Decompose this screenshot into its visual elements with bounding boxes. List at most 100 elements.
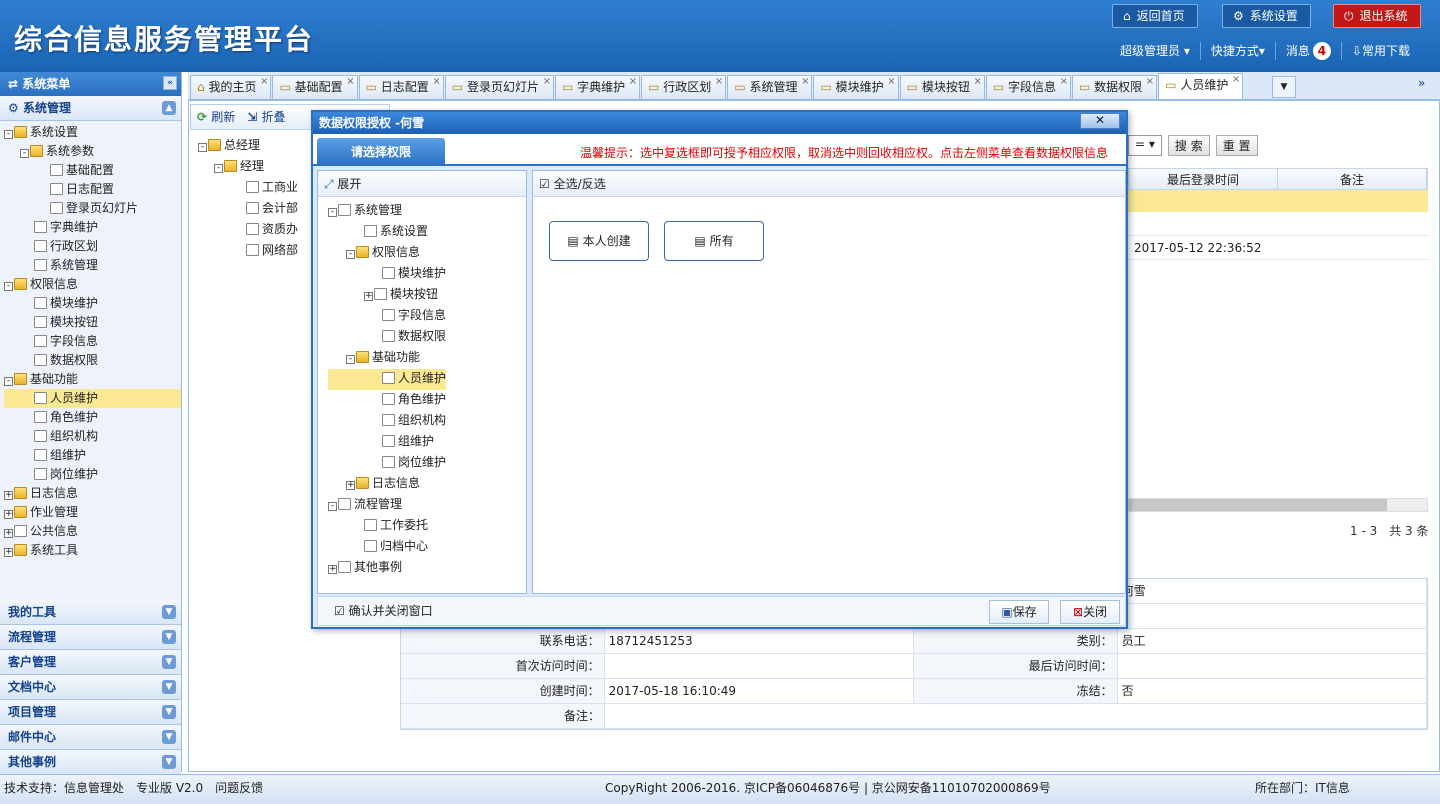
sidebar-item[interactable]: 岗位维护 xyxy=(4,465,181,484)
sidebar-item[interactable]: 人员维护 xyxy=(4,389,181,408)
sidebar-item[interactable]: 行政区划 xyxy=(4,237,181,256)
permission-tree-node[interactable]: - 系统管理 xyxy=(328,201,402,222)
sidebar-item[interactable]: 系统管理 xyxy=(4,256,181,275)
operator-select[interactable]: = ▾ xyxy=(1128,135,1162,156)
sidebar-item[interactable]: 字典维护 xyxy=(4,218,181,237)
tab-item[interactable]: ▭ 字段信息 × xyxy=(985,75,1071,99)
column-header[interactable]: 最后登录时间 xyxy=(1129,169,1278,189)
close-icon[interactable]: × xyxy=(1146,71,1154,93)
tab-item[interactable]: ▭ 日志配置 × xyxy=(358,75,444,99)
user-menu[interactable]: 超级管理员 ▾ xyxy=(1110,42,1201,60)
permission-tree-node[interactable]: 岗位维护 xyxy=(328,453,446,474)
accordion-item[interactable]: 流程管理 ▼ xyxy=(0,625,181,650)
tree-toggle-icon[interactable]: - xyxy=(328,502,337,511)
sidebar-item[interactable]: 字段信息 xyxy=(4,332,181,351)
tab-item[interactable]: ▭ 登录页幻灯片 × xyxy=(444,75,554,99)
sidebar-item[interactable]: - 权限信息 xyxy=(4,275,181,294)
close-icon[interactable]: × xyxy=(801,71,809,93)
permission-tree-node[interactable]: 人员维护 xyxy=(328,369,447,390)
permission-tree-node[interactable]: 数据权限 xyxy=(328,327,446,348)
org-tree-node[interactable]: 网络部 xyxy=(198,241,298,262)
tree-toggle-icon[interactable]: + xyxy=(364,292,373,301)
tree-toggle-icon[interactable]: - xyxy=(4,282,13,291)
close-icon[interactable]: × xyxy=(346,71,354,93)
org-tree-node[interactable]: 工商业 xyxy=(198,178,298,199)
sidebar-item[interactable]: - 系统参数 xyxy=(4,142,181,161)
permission-tree-node[interactable]: 系统设置 xyxy=(328,222,428,243)
permission-tree-node[interactable]: + 模块按钮 xyxy=(328,285,438,306)
grid-scrollbar[interactable] xyxy=(1128,498,1428,512)
permission-tree-node[interactable]: - 流程管理 xyxy=(328,495,402,516)
settings-button[interactable]: ⚙ 系统设置 xyxy=(1222,4,1311,28)
org-tree-node[interactable]: 会计部 xyxy=(198,199,298,220)
sidebar-item[interactable]: 组织机构 xyxy=(4,427,181,446)
sidebar-item[interactable]: 模块维护 xyxy=(4,294,181,313)
close-icon[interactable]: × xyxy=(432,71,440,93)
close-icon[interactable]: × xyxy=(629,71,637,93)
exit-button[interactable]: ⏻ 退出系统 xyxy=(1333,4,1421,28)
reset-button[interactable]: 重 置 xyxy=(1215,135,1258,156)
tab-item[interactable]: ▭ 系统管理 × xyxy=(727,75,813,99)
close-icon[interactable]: × xyxy=(973,71,981,93)
accordion-item[interactable]: 文档中心 ▼ xyxy=(0,675,181,700)
permission-tree-node[interactable]: 组织机构 xyxy=(328,411,446,432)
close-icon[interactable]: × xyxy=(1060,71,1068,93)
sidebar-item[interactable]: 登录页幻灯片 xyxy=(4,199,181,218)
refresh-button[interactable]: ⟳ 刷新 xyxy=(197,110,235,124)
download-link[interactable]: ⇩常用下载 xyxy=(1342,42,1420,60)
close-icon[interactable]: × xyxy=(1232,69,1240,91)
tree-toggle-icon[interactable]: - xyxy=(4,130,13,139)
tab-item[interactable]: ▭ 模块维护 × xyxy=(813,75,899,99)
tab-item[interactable]: ▭ 数据权限 × xyxy=(1072,75,1158,99)
tab-select-permission[interactable]: 请选择权限 xyxy=(317,138,445,166)
permission-tree-node[interactable]: - 基础功能 xyxy=(328,348,420,369)
permission-tree-node[interactable]: 模块维护 xyxy=(328,264,446,285)
tree-toggle-icon[interactable]: - xyxy=(328,208,337,217)
sidebar-item[interactable]: 日志配置 xyxy=(4,180,181,199)
sidebar-item[interactable]: - 基础功能 xyxy=(4,370,181,389)
permission-tree-node[interactable]: 组维护 xyxy=(328,432,434,453)
tree-toggle-icon[interactable]: - xyxy=(198,143,207,152)
tree-toggle-icon[interactable]: + xyxy=(4,510,13,519)
dialog-close-button[interactable]: ✕ xyxy=(1080,113,1120,129)
close-icon[interactable]: × xyxy=(715,71,723,93)
tree-toggle-icon[interactable]: - xyxy=(214,164,223,173)
tree-toggle-icon[interactable]: - xyxy=(346,355,355,364)
table-row[interactable] xyxy=(1128,190,1428,212)
permission-self-created[interactable]: ▤ 本人创建 xyxy=(549,221,649,261)
sidebar-item[interactable]: + 日志信息 xyxy=(4,484,181,503)
sidebar-item[interactable]: 数据权限 xyxy=(4,351,181,370)
close-button[interactable]: ⊠关闭 xyxy=(1060,600,1120,624)
accordion-item[interactable]: 其他事例 ▼ xyxy=(0,750,181,775)
close-icon[interactable]: × xyxy=(543,71,551,93)
tab-item[interactable]: ▭ 字典维护 × xyxy=(554,75,641,99)
tree-toggle-icon[interactable]: + xyxy=(328,565,337,574)
tree-toggle-icon[interactable]: - xyxy=(4,377,13,386)
accordion-item[interactable]: 客户管理 ▼ xyxy=(0,650,181,675)
table-row[interactable]: 2017-05-12 22:36:52 xyxy=(1128,236,1428,260)
tree-toggle-icon[interactable]: + xyxy=(4,548,13,557)
tab-item[interactable]: ▭ 行政区划 × xyxy=(641,75,727,99)
sidebar-item[interactable]: 模块按钮 xyxy=(4,313,181,332)
permission-tree-node[interactable]: 工作委托 xyxy=(328,516,428,537)
permission-tree-node[interactable]: - 权限信息 xyxy=(328,243,420,264)
tree-toggle-icon[interactable]: + xyxy=(4,529,13,538)
close-icon[interactable]: × xyxy=(887,71,895,93)
accordion-item[interactable]: 我的工具 ▼ xyxy=(0,600,181,625)
permission-all[interactable]: ▤ 所有 xyxy=(664,221,764,261)
accordion-item[interactable]: 邮件中心 ▼ xyxy=(0,725,181,750)
search-button[interactable]: 搜 索 xyxy=(1167,135,1210,156)
sidebar-item[interactable]: 角色维护 xyxy=(4,408,181,427)
sidebar-item[interactable]: - 系统设置 xyxy=(4,123,181,142)
select-all-toggle[interactable]: ☑ 全选/反选 xyxy=(533,171,1125,197)
sidebar-item[interactable]: + 作业管理 xyxy=(4,503,181,522)
permission-tree-node[interactable]: 归档中心 xyxy=(328,537,428,558)
org-tree-node[interactable]: - 总经理 xyxy=(198,136,298,157)
tree-toggle-icon[interactable]: + xyxy=(346,481,355,490)
permission-tree-node[interactable]: + 日志信息 xyxy=(328,474,420,495)
collapse-sidebar-button[interactable]: « xyxy=(163,76,177,90)
fold-button[interactable]: ⇲ 折叠 xyxy=(247,110,285,124)
column-header[interactable]: 备注 xyxy=(1278,169,1427,189)
shortcut-menu[interactable]: 快捷方式▾ xyxy=(1201,42,1276,60)
org-tree-node[interactable]: - 经理 xyxy=(198,157,298,178)
